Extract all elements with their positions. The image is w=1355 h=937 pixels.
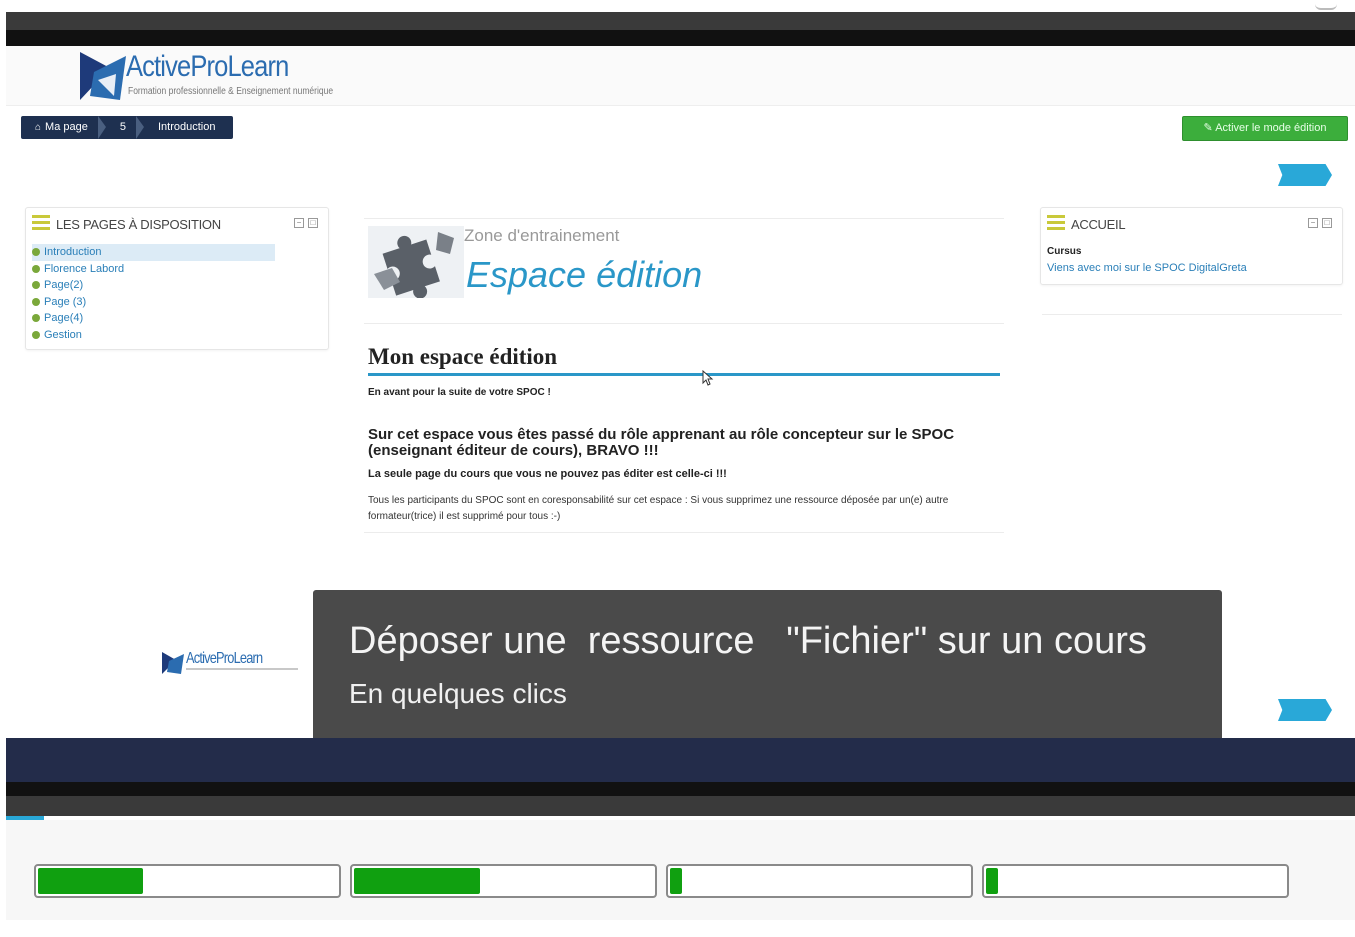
small-logo-title: ActiveProLearn (186, 650, 263, 667)
section-title: Mon espace édition (368, 344, 558, 369)
dock-icon[interactable]: □ (1322, 218, 1332, 228)
block-controls: − □ (1308, 218, 1332, 228)
divider (364, 323, 1004, 324)
lms-page: ActiveProLearn Formation professionnelle… (6, 46, 1355, 738)
list-item-label: Page(2) (44, 279, 84, 291)
site-header: ActiveProLearn Formation professionnelle… (6, 46, 1355, 106)
course-link[interactable]: Viens avec moi sur le SPOC DigitalGreta (1047, 262, 1247, 274)
logo-icon (80, 52, 126, 100)
page-heading: Espace édition (466, 254, 703, 295)
intro-text: En avant pour la suite de votre SPOC ! (368, 387, 551, 398)
list-item-label: Gestion (44, 328, 82, 341)
bullet-icon (32, 314, 40, 322)
block-subtitle: Cursus (1047, 246, 1082, 257)
role-text: Sur cet espace vous êtes passé du rôle a… (368, 426, 955, 459)
small-logo: ActiveProLearn (156, 642, 304, 688)
progress-bar (982, 864, 1289, 898)
list-item[interactable]: Gestion (32, 327, 275, 344)
dock-icon[interactable]: □ (308, 218, 318, 228)
caption-title: Déposer une ressource "Fichier" sur un c… (349, 620, 1147, 662)
block-title: ACCUEIL (1071, 217, 1126, 232)
bullet-icon (32, 330, 40, 339)
edit-icon: ✎ (1203, 122, 1216, 134)
player-navy-bar (6, 738, 1355, 782)
divider (364, 532, 1004, 533)
list-item-label: Florence Labord (44, 262, 125, 275)
bullet-icon (32, 297, 40, 306)
divider (364, 218, 1004, 219)
list-item-label: Page (3) (44, 295, 87, 308)
progress-fill (354, 868, 480, 894)
progress-bar (350, 864, 657, 898)
next-arrow-icon[interactable] (1278, 699, 1332, 721)
caption-subtitle: En quelques clics (349, 678, 567, 709)
player-black-bar (6, 782, 1355, 796)
player-controls-bar (6, 796, 1355, 816)
block-header: ACCUEIL − □ (1047, 214, 1336, 234)
bullet-icon (32, 248, 40, 256)
zone-label: Zone d'entrainement (464, 226, 620, 245)
breadcrumb-label: Introduction (157, 121, 216, 133)
notice-text: La seule page du cours que vous ne pouve… (368, 468, 727, 480)
pages-list: Introduction Florence Labord Page(2) Pag… (32, 244, 275, 343)
responsibility-text: Tous les participants du SPOC sont en co… (368, 495, 949, 522)
bullet-icon (32, 264, 40, 273)
logo-subtitle: Formation professionnelle & Enseignement… (128, 86, 334, 97)
progress-bar (666, 864, 973, 898)
block-title: LES PAGES À DISPOSITION (56, 217, 221, 232)
breadcrumb-current[interactable]: Introduction (144, 116, 233, 139)
collapse-icon[interactable]: − (294, 218, 304, 228)
menu-icon[interactable] (1047, 215, 1065, 231)
progress-fill (38, 868, 143, 894)
list-item[interactable]: Page(2) (32, 277, 275, 294)
divider (1042, 314, 1342, 315)
collapse-icon[interactable]: − (1308, 218, 1318, 228)
small-logo-subtitle-line (186, 668, 298, 670)
logo-icon (162, 652, 184, 674)
list-item[interactable]: Introduction (32, 244, 275, 261)
pages-block: LES PAGES À DISPOSITION − □ Introduction… (25, 207, 329, 350)
mouse-cursor-icon (702, 370, 714, 386)
progress-bar (34, 864, 341, 898)
edit-mode-label: Activer le mode édition (1215, 122, 1327, 134)
section-underline (368, 373, 1000, 376)
breadcrumb-label: Ma page (45, 121, 88, 133)
list-item[interactable]: Page(4) (32, 310, 275, 327)
edit-mode-button[interactable]: ✎ Activer le mode édition (1182, 116, 1348, 141)
list-item-label: Page(4) (44, 312, 84, 324)
progress-fill (986, 868, 998, 894)
puzzle-icon (368, 226, 464, 298)
player-top-bar (6, 30, 1355, 46)
block-controls: − □ (294, 218, 318, 228)
breadcrumb-course[interactable]: 5 (106, 116, 145, 139)
breadcrumb: ⌂ Ma page 5 Introduction (21, 116, 234, 139)
logo-title[interactable]: ActiveProLearn (126, 50, 289, 84)
bullet-icon (32, 281, 40, 289)
progress-fill (670, 868, 682, 894)
list-item[interactable]: Page (3) (32, 294, 275, 311)
menu-icon[interactable] (32, 215, 50, 231)
list-item[interactable]: Florence Labord (32, 261, 275, 278)
breadcrumb-home[interactable]: ⌂ Ma page (21, 116, 106, 139)
next-arrow-icon[interactable] (1278, 164, 1332, 186)
breadcrumb-label: 5 (119, 121, 126, 133)
accueil-block: ACCUEIL − □ Cursus Viens avec moi sur le… (1040, 207, 1343, 285)
caption-overlay: Déposer une ressource "Fichier" sur un c… (313, 590, 1222, 738)
player-top-strip (6, 12, 1355, 30)
list-item-label: Introduction (44, 246, 102, 258)
video-player: ActiveProLearn Formation professionnelle… (0, 0, 1355, 937)
home-icon: ⌂ (35, 122, 42, 133)
block-header: LES PAGES À DISPOSITION − □ (32, 214, 322, 234)
minimize-icon[interactable] (1315, 4, 1337, 10)
